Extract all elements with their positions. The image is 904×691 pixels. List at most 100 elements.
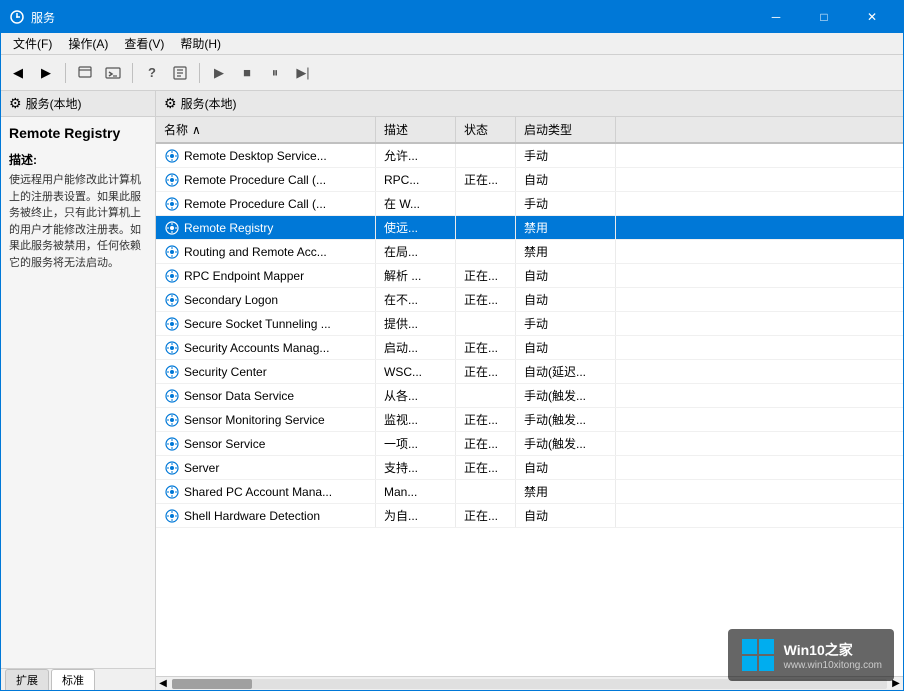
left-panel-icon: ⚙ <box>9 95 22 112</box>
row-desc: RPC... <box>376 168 456 191</box>
toolbar-sep-3 <box>199 63 200 83</box>
table-row[interactable]: Secondary Logon 在不... 正在... 自动 <box>156 288 903 312</box>
toolbar-help[interactable]: ? <box>139 60 165 86</box>
row-desc: 允许... <box>376 144 456 167</box>
menu-file[interactable]: 文件(F) <box>5 33 60 54</box>
tab-standard[interactable]: 标准 <box>51 669 95 690</box>
desc-text: 使远程用户能修改此计算机上的注册表设置。如果此服务被终止，只有此计算机上的用户才… <box>9 172 147 271</box>
table-row[interactable]: RPC Endpoint Mapper 解析 ... 正在... 自动 <box>156 264 903 288</box>
toolbar-up[interactable] <box>72 60 98 86</box>
title-bar-buttons: ─ □ ✕ <box>753 1 895 33</box>
row-desc: 在 W... <box>376 192 456 215</box>
row-status <box>456 480 516 503</box>
toolbar-show-console[interactable] <box>100 60 126 86</box>
menu-bar: 文件(F) 操作(A) 查看(V) 帮助(H) <box>1 33 903 55</box>
table-row[interactable]: Secure Socket Tunneling ... 提供... 手动 <box>156 312 903 336</box>
toolbar-back[interactable]: ◀ <box>5 60 31 86</box>
row-name: Routing and Remote Acc... <box>156 240 376 263</box>
service-icon <box>164 244 180 260</box>
menu-view[interactable]: 查看(V) <box>116 33 172 54</box>
windows-logo <box>740 637 776 673</box>
table-row[interactable]: Remote Procedure Call (... 在 W... 手动 <box>156 192 903 216</box>
toolbar-stop[interactable]: ■ <box>234 60 260 86</box>
left-panel-title: 服务(本地) <box>26 95 82 112</box>
row-startup: 自动 <box>516 504 616 527</box>
row-desc: 从各... <box>376 384 456 407</box>
row-desc: 一项... <box>376 432 456 455</box>
row-status <box>456 192 516 215</box>
row-status: 正在... <box>456 360 516 383</box>
service-icon <box>164 340 180 356</box>
row-desc: 解析 ... <box>376 264 456 287</box>
selected-service-name: Remote Registry <box>9 125 147 141</box>
table-row[interactable]: Shared PC Account Mana... Man... 禁用 <box>156 480 903 504</box>
row-name: Security Accounts Manag... <box>156 336 376 359</box>
service-icon <box>164 316 180 332</box>
row-startup: 手动 <box>516 312 616 335</box>
tab-expand[interactable]: 扩展 <box>5 669 49 690</box>
toolbar: ◀ ▶ ? ▶ ■ ⏸ ▶| <box>1 55 903 91</box>
row-startup: 自动 <box>516 288 616 311</box>
col-header-desc[interactable]: 描述 <box>376 117 456 142</box>
row-desc: 提供... <box>376 312 456 335</box>
toolbar-properties[interactable] <box>167 60 193 86</box>
table-row[interactable]: Remote Registry 使远... 禁用 <box>156 216 903 240</box>
menu-action[interactable]: 操作(A) <box>60 33 116 54</box>
watermark: Win10之家 www.win10xitong.com <box>728 629 894 681</box>
row-desc: 为自... <box>376 504 456 527</box>
row-name: RPC Endpoint Mapper <box>156 264 376 287</box>
row-status <box>456 312 516 335</box>
table-row[interactable]: Server 支持... 正在... 自动 <box>156 456 903 480</box>
toolbar-play[interactable]: ▶ <box>206 60 232 86</box>
col-header-name[interactable]: 名称 ∧ <box>156 117 376 142</box>
desc-label: 描述: <box>9 151 147 168</box>
sort-arrow: ∧ <box>192 123 201 137</box>
menu-help[interactable]: 帮助(H) <box>172 33 229 54</box>
row-desc: 在不... <box>376 288 456 311</box>
row-name: Sensor Data Service <box>156 384 376 407</box>
main-window: 服务 ─ □ ✕ 文件(F) 操作(A) 查看(V) 帮助(H) ◀ ▶ ? ▶… <box>0 0 904 691</box>
toolbar-sep-2 <box>132 63 133 83</box>
row-name: Server <box>156 456 376 479</box>
col-header-startup[interactable]: 启动类型 <box>516 117 616 142</box>
row-status: 正在... <box>456 504 516 527</box>
row-startup: 自动 <box>516 456 616 479</box>
toolbar-forward[interactable]: ▶ <box>33 60 59 86</box>
service-icon <box>164 388 180 404</box>
table-row[interactable]: Remote Procedure Call (... RPC... 正在... … <box>156 168 903 192</box>
right-panel-header: ⚙ 服务(本地) <box>156 91 903 117</box>
table-row[interactable]: Security Center WSC... 正在... 自动(延迟... <box>156 360 903 384</box>
row-startup: 手动 <box>516 144 616 167</box>
table-row[interactable]: Routing and Remote Acc... 在局... 禁用 <box>156 240 903 264</box>
row-name: Remote Procedure Call (... <box>156 168 376 191</box>
row-status: 正在... <box>456 288 516 311</box>
row-desc: 支持... <box>376 456 456 479</box>
left-panel-tabs: 扩展 标准 <box>1 668 155 690</box>
table-row[interactable]: Sensor Monitoring Service 监视... 正在... 手动… <box>156 408 903 432</box>
services-table[interactable]: 名称 ∧ 描述 状态 启动类型 Remote Desktop Service..… <box>156 117 903 676</box>
close-button[interactable]: ✕ <box>849 1 895 33</box>
scrollbar-thumb[interactable] <box>172 679 252 689</box>
row-status <box>456 384 516 407</box>
row-startup: 自动 <box>516 168 616 191</box>
row-desc: WSC... <box>376 360 456 383</box>
service-icon <box>164 364 180 380</box>
col-header-status[interactable]: 状态 <box>456 117 516 142</box>
table-row[interactable]: Remote Desktop Service... 允许... 手动 <box>156 144 903 168</box>
row-desc: 监视... <box>376 408 456 431</box>
maximize-button[interactable]: □ <box>801 1 847 33</box>
row-startup: 手动(触发... <box>516 408 616 431</box>
table-row[interactable]: Sensor Service 一项... 正在... 手动(触发... <box>156 432 903 456</box>
service-icon <box>164 412 180 428</box>
row-startup: 手动 <box>516 192 616 215</box>
table-row[interactable]: Security Accounts Manag... 启动... 正在... 自… <box>156 336 903 360</box>
toolbar-pause[interactable]: ⏸ <box>262 60 288 86</box>
title-bar: 服务 ─ □ ✕ <box>1 1 903 33</box>
table-row[interactable]: Sensor Data Service 从各... 手动(触发... <box>156 384 903 408</box>
toolbar-restart[interactable]: ▶| <box>290 60 316 86</box>
content-area: ⚙ 服务(本地) Remote Registry 描述: 使远程用户能修改此计算… <box>1 91 903 690</box>
row-name: Sensor Monitoring Service <box>156 408 376 431</box>
minimize-button[interactable]: ─ <box>753 1 799 33</box>
table-row[interactable]: Shell Hardware Detection 为自... 正在... 自动 <box>156 504 903 528</box>
right-panel: ⚙ 服务(本地) 名称 ∧ 描述 状态 启动类型 <box>156 91 903 690</box>
